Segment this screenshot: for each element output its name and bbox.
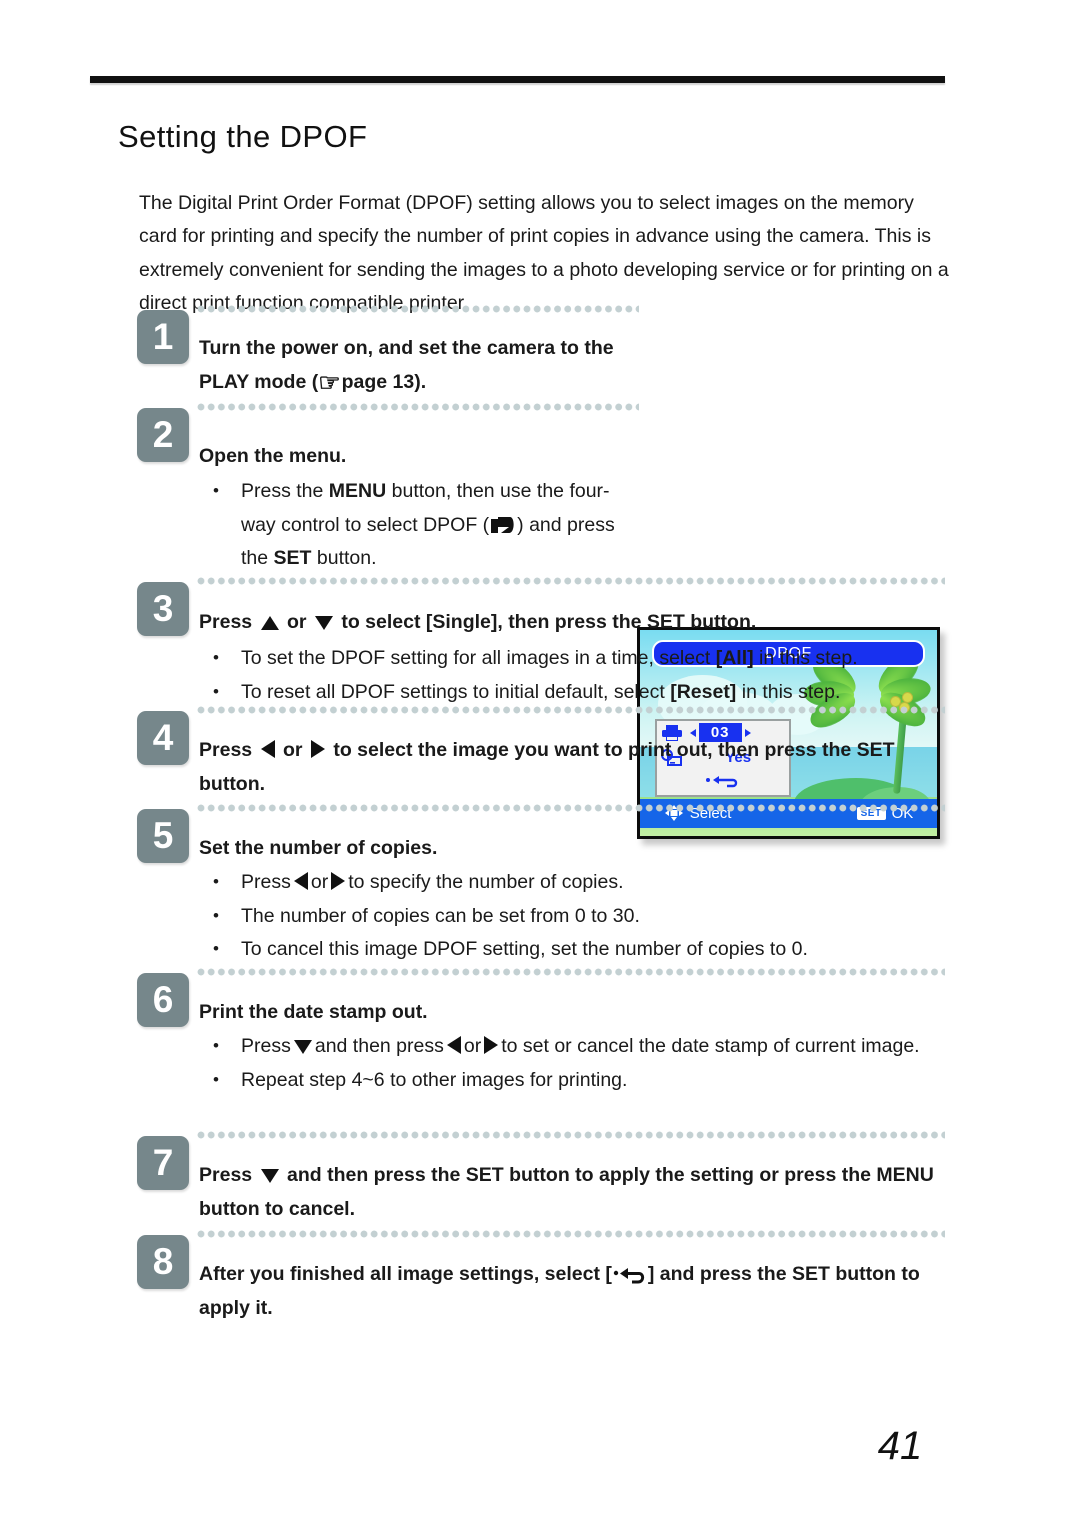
- right-arrow-icon: [331, 872, 346, 890]
- step-3-lead: Press: [199, 611, 253, 633]
- step-6-heading: Print the date stamp out.: [199, 1001, 428, 1023]
- bullet-text-b: in this step.: [736, 680, 841, 703]
- step-number-badge: 3: [137, 582, 189, 636]
- bullet-keyword: [Reset]: [670, 680, 737, 703]
- step-8-lead: After you finished all image settings, s…: [199, 1263, 612, 1285]
- step-4-tail: to select the image you want to print ou…: [199, 739, 895, 795]
- step-2-bullets: Press the MENU button, then use the four…: [199, 474, 629, 576]
- step-number-badge: 4: [137, 711, 189, 765]
- list-item: To reset all DPOF settings to initial de…: [199, 675, 959, 710]
- step-number-badge: 7: [137, 1136, 189, 1190]
- right-arrow-icon: [484, 1036, 499, 1054]
- step-4-or: or: [282, 739, 303, 761]
- left-arrow-icon: [293, 872, 308, 890]
- step-7-tail: and then press the SET button to apply t…: [199, 1164, 934, 1220]
- step-4-lead: Press: [199, 739, 253, 761]
- page-number: 41: [877, 1424, 923, 1468]
- step-separator: [197, 968, 945, 976]
- step-7-lead: Press: [199, 1164, 253, 1186]
- intro-paragraph: The Digital Print Order Format (DPOF) se…: [139, 191, 949, 315]
- down-arrow-icon: [293, 1040, 312, 1054]
- bullet-list: Press the MENU button, then use the four…: [199, 474, 629, 576]
- bullet-list: Pressorto specify the number of copies. …: [199, 865, 959, 967]
- step-number-badge: 1: [137, 310, 189, 364]
- bullet-text-a: Press: [241, 1035, 291, 1057]
- list-item: Press the MENU button, then use the four…: [199, 474, 629, 576]
- step-number-badge: 8: [137, 1235, 189, 1289]
- bullet-text-a: To reset all DPOF settings to initial de…: [241, 680, 671, 703]
- list-item: To set the DPOF setting for all images i…: [199, 641, 959, 676]
- bullet-list: Press and then press or to set or cancel th…: [199, 1029, 959, 1098]
- up-arrow-icon: [260, 616, 279, 630]
- list-item: Press and then press or to set or cancel th…: [199, 1029, 959, 1064]
- return-arrow-icon: [613, 1268, 644, 1284]
- list-item: The number of copies can be set from 0 t…: [199, 899, 959, 934]
- list-item: Pressor to specify the number of copies.: [199, 865, 959, 900]
- bullet-text-b: to specify the number of copies.: [348, 871, 624, 893]
- page-title: Setting the DPOF: [118, 118, 368, 154]
- step-number-badge: 6: [137, 973, 189, 1027]
- step-number-badge: 2: [137, 408, 189, 462]
- bullet-keyword: [All]: [715, 647, 754, 669]
- left-arrow-icon: [446, 1036, 461, 1054]
- bullet-text-a: To set the DPOF setting for all images i…: [241, 647, 716, 669]
- step-separator: [197, 706, 945, 714]
- dpof-flag-icon: [491, 516, 514, 533]
- step-5-bullets: Pressorto specify the number of copies. …: [199, 865, 959, 967]
- menu-keyword: MENU: [328, 480, 387, 502]
- step-separator: [197, 305, 639, 313]
- bullet-text-d: button.: [311, 547, 377, 569]
- step-separator: [197, 577, 945, 585]
- down-arrow-icon: [314, 616, 333, 630]
- step-8-text: After you finished all image settings, s…: [199, 1258, 959, 1325]
- bullet-text-a: Press: [241, 871, 291, 893]
- bullet-text-b: in this step.: [753, 647, 858, 669]
- step-separator: [197, 1230, 945, 1238]
- right-arrow-icon: [310, 740, 325, 758]
- down-arrow-icon: [260, 1169, 279, 1183]
- set-keyword: SET: [273, 547, 312, 569]
- step-1-text-b: page 13).: [341, 370, 427, 393]
- list-item: Repeat step 4~6 to other images for prin…: [199, 1063, 959, 1098]
- step-separator: [197, 804, 945, 812]
- step-4-text: Press or to select the image you want to…: [199, 734, 959, 801]
- step-3-tail: to select [Single], then press the SET b…: [341, 611, 757, 633]
- left-arrow-icon: [260, 740, 275, 758]
- step-3-or: or: [286, 611, 307, 633]
- step-3-text: Press or to select [Single], then press …: [199, 606, 959, 640]
- bullet-or: or: [310, 871, 329, 893]
- bullet-text-a: Press the: [241, 480, 329, 502]
- step-6-bullets: Press and then press or to set or cancel th…: [199, 1029, 959, 1098]
- step-number-badge: 5: [137, 809, 189, 863]
- step-separator: [197, 1131, 945, 1139]
- step-5-heading: Set the number of copies.: [199, 837, 438, 859]
- list-item: To cancel this image DPOF setting, set t…: [199, 932, 959, 967]
- bullet-or: or: [463, 1035, 482, 1057]
- manual-page: Setting the DPOF The Digital Print Order…: [0, 0, 1080, 1528]
- step-2-heading: Open the menu.: [199, 445, 347, 467]
- step-separator: [197, 403, 639, 411]
- bullet-list: To set the DPOF setting for all images i…: [199, 641, 959, 710]
- bullet-text-b: and then press: [314, 1035, 444, 1057]
- step-3-bullets: To set the DPOF setting for all images i…: [199, 641, 959, 710]
- header-rule: [90, 76, 945, 83]
- bullet-text-c: to set or cancel the date stamp of curre…: [501, 1035, 920, 1057]
- step-7-text: Press and then press the SET button to a…: [199, 1159, 959, 1226]
- step-1-text: Turn the power on, and set the camera to…: [199, 337, 614, 397]
